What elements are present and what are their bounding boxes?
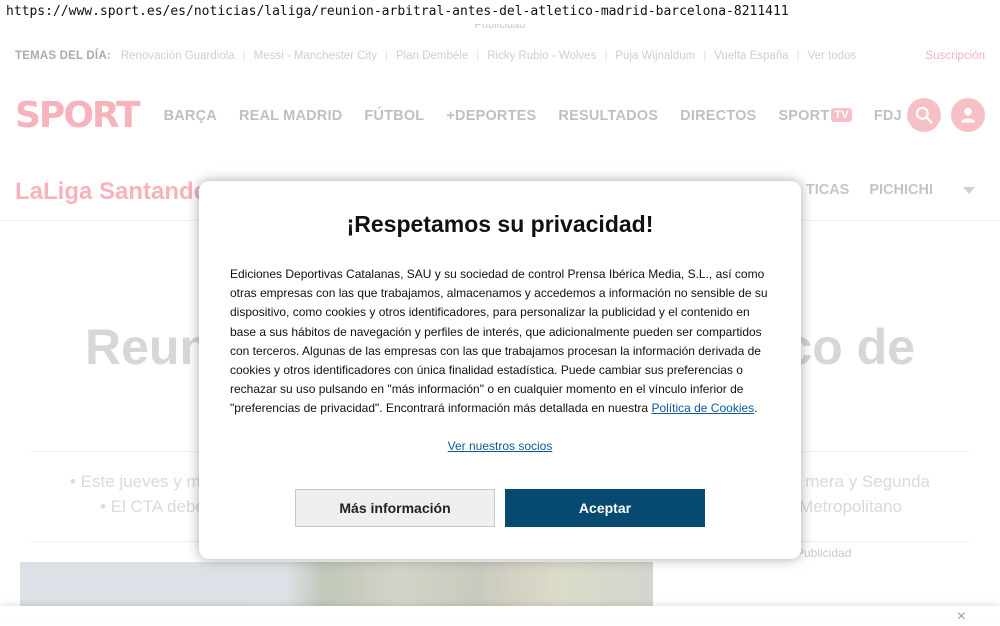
consent-body-period: .	[754, 401, 758, 416]
consent-body: Ediciones Deportivas Catalanas, SAU y su…	[230, 265, 770, 419]
privacy-consent-dialog: ¡Respetamos su privacidad! Ediciones Dep…	[199, 181, 801, 559]
browser-url-bar[interactable]: https://www.sport.es/es/noticias/laliga/…	[0, 0, 1000, 24]
cookie-policy-link[interactable]: Política de Cookies	[651, 401, 754, 415]
partners-row: Ver nuestros socios	[230, 439, 770, 453]
consent-body-text: Ediciones Deportivas Catalanas, SAU y su…	[230, 267, 768, 416]
consent-title: ¡Respetamos su privacidad!	[346, 211, 654, 237]
more-info-button[interactable]: Más información	[295, 489, 495, 527]
consent-buttons: Más información Aceptar	[295, 489, 705, 527]
accept-button[interactable]: Aceptar	[505, 489, 705, 527]
partners-link[interactable]: Ver nuestros socios	[448, 439, 553, 453]
